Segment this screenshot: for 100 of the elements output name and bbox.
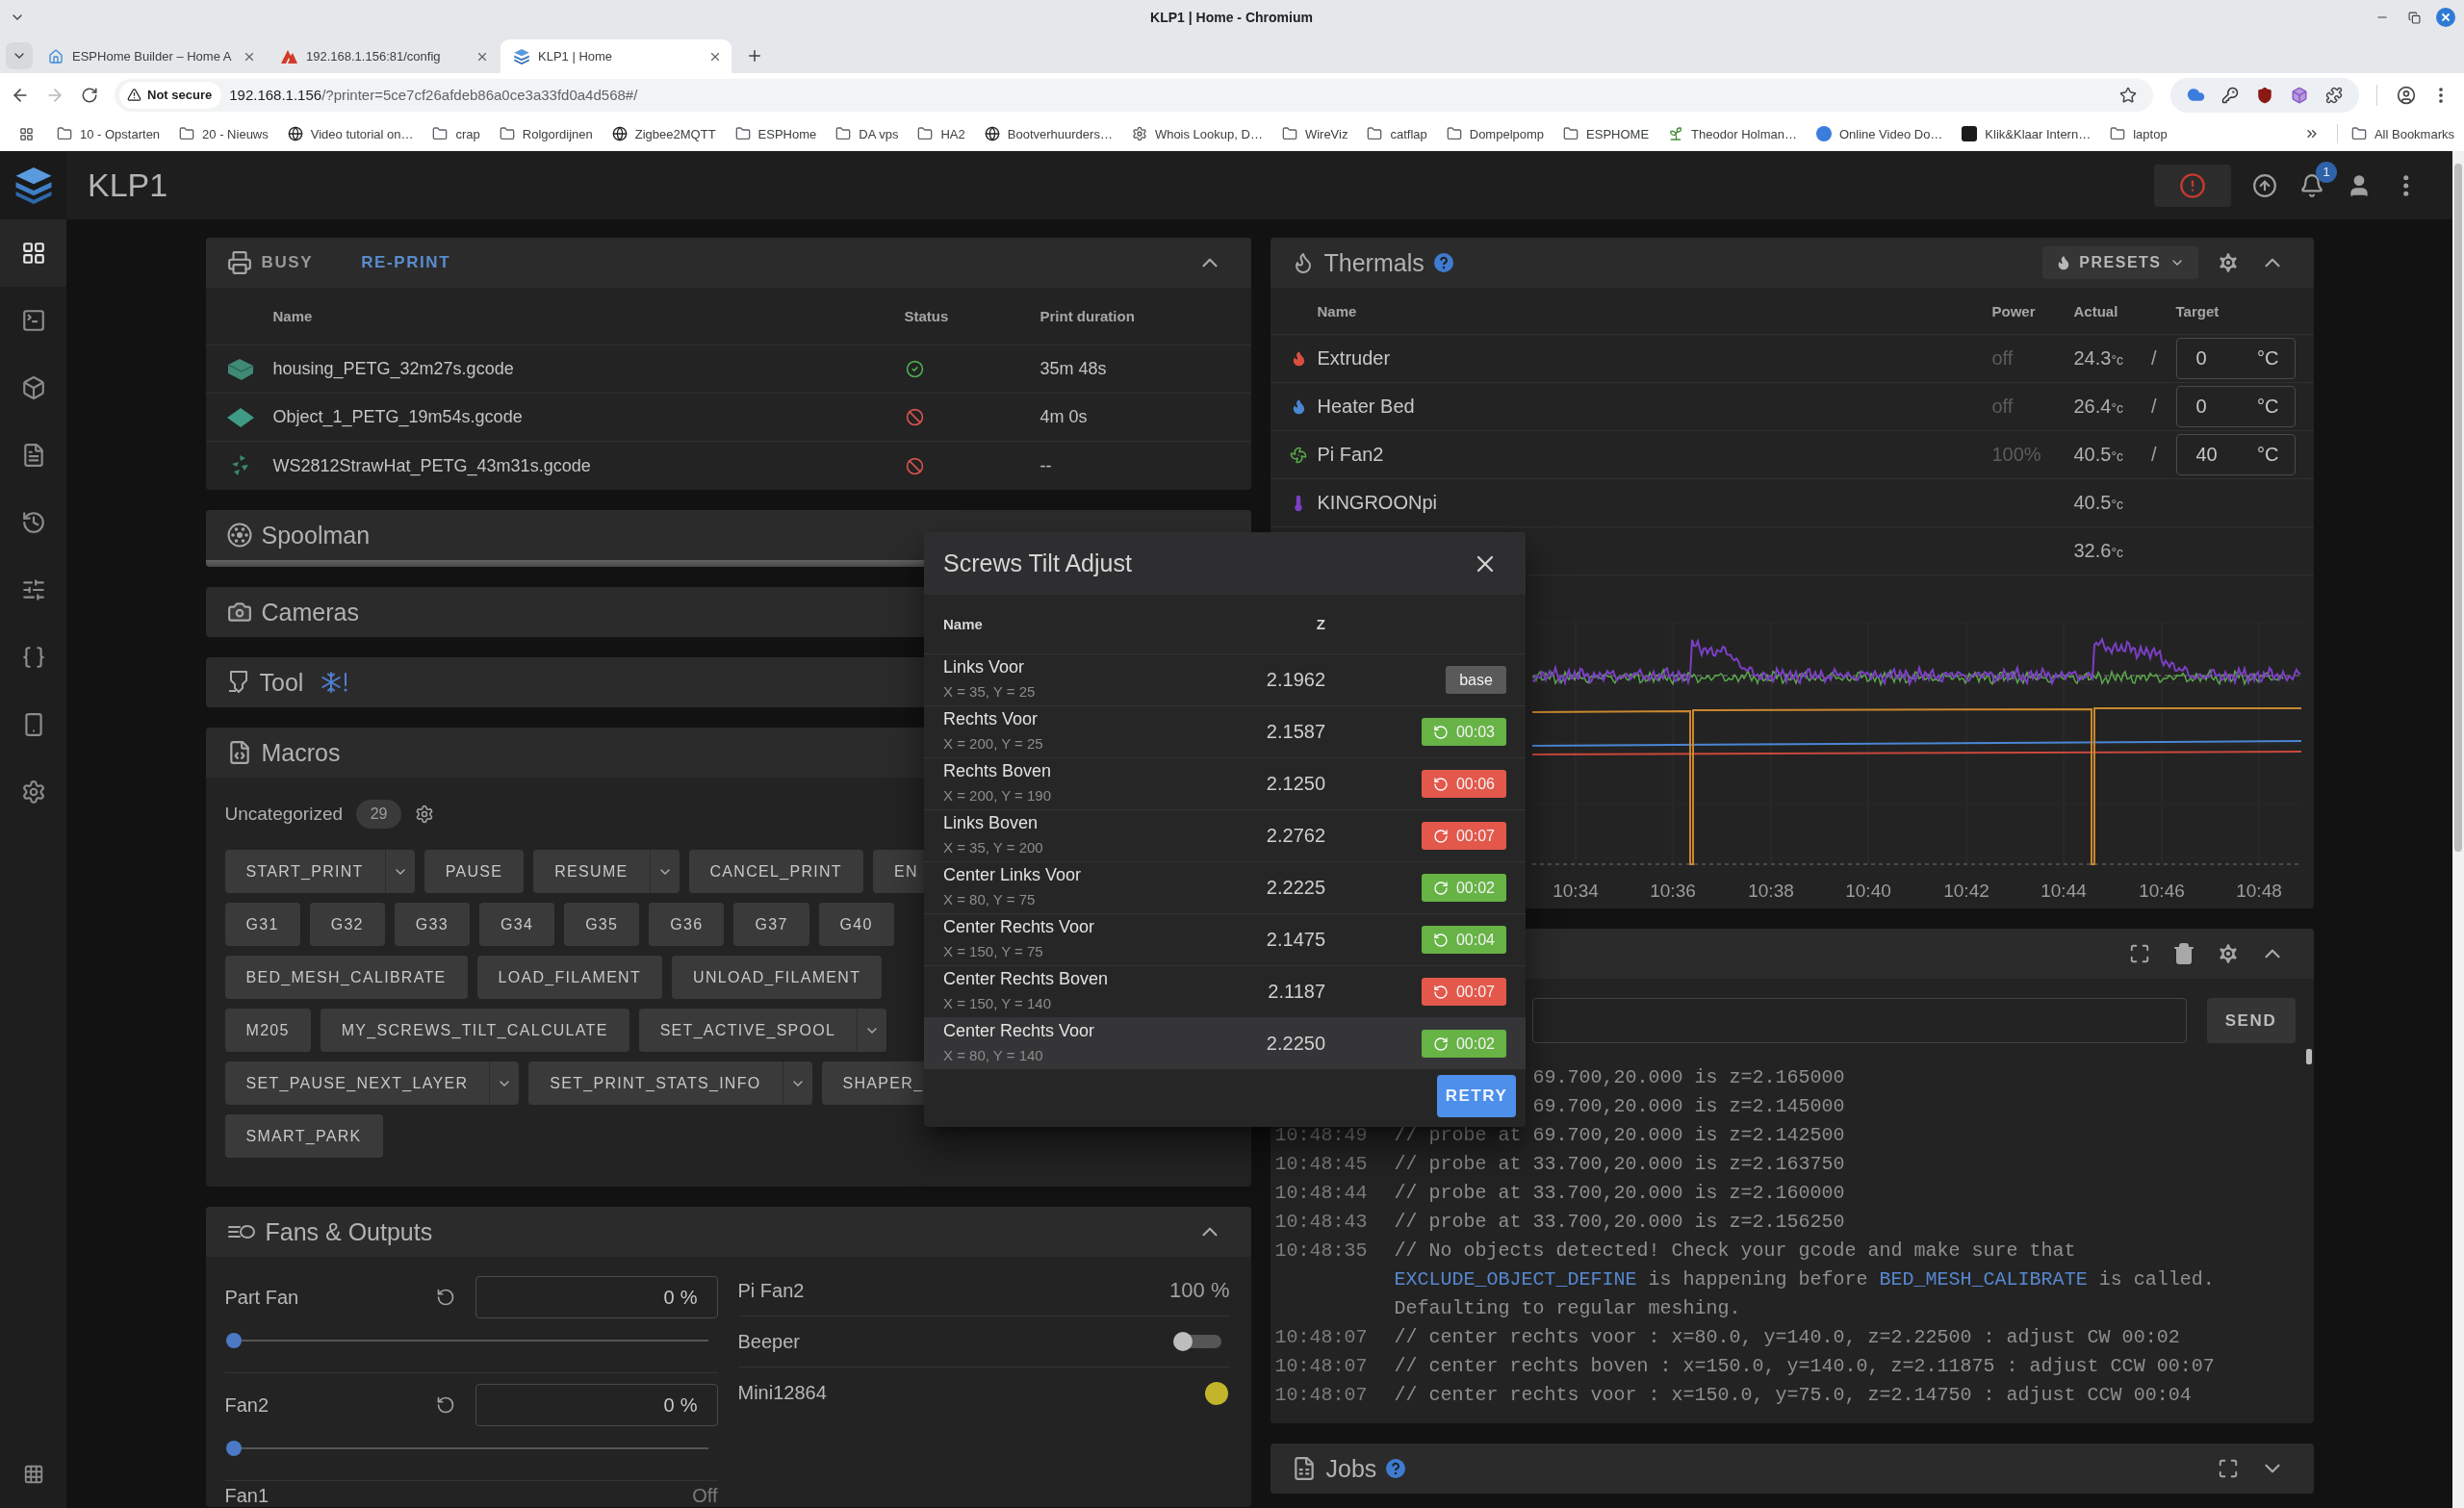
bookmark[interactable]: ESPHome [734,126,817,141]
macro-button[interactable]: M205 [224,1009,311,1052]
adjust-badge: 00:04 [1422,926,1506,954]
macro-button[interactable]: G32 [309,903,385,946]
browser-tab[interactable]: ESPHome Builder – Home A [35,39,266,73]
bookmark[interactable]: Rolgordijnen [499,126,593,141]
rotate-counterclockwise-icon [1432,932,1449,948]
temperature-reading: 26.4°c [2073,396,2124,418]
separator: / [2150,444,2157,466]
macro-button[interactable]: SET_PAUSE_NEXT_LAYER [224,1061,490,1105]
bookmark-label: 10 - Opstarten [80,126,161,141]
adjust-badge: 00:02 [1422,874,1506,902]
logo-icon [14,166,52,204]
macro-button[interactable]: G40 [818,903,894,946]
macro-button[interactable]: SET_PRINT_STATS_INFO [528,1061,783,1105]
macro-button[interactable]: RESUME [533,850,650,893]
macro-button[interactable]: START_PRINT [224,850,385,893]
macro-button[interactable]: G33 [394,903,470,946]
table-row[interactable]: Links Voor X = 35, Y = 25 2.1962 base [924,653,1526,705]
macro-button[interactable]: SHAPER_ [821,1061,926,1105]
speed-input[interactable]: 0 % [475,1276,718,1318]
adjust-badge: base [1446,666,1506,694]
bookmark[interactable]: 20 - Nieuws [179,126,269,141]
command-link[interactable]: EXCLUDE_OBJECT_DEFINE [1394,1268,1637,1291]
table-row[interactable]: Rechts Boven X = 200, Y = 190 2.1250 00:06 [924,757,1526,809]
bookmark[interactable]: ESPHOME [1563,126,1650,141]
security-chip[interactable]: Not secure [119,81,222,109]
table-row[interactable]: Rechts Voor X = 200, Y = 25 2.1587 00:03 [924,705,1526,757]
macro-button[interactable]: PAUSE [424,850,525,893]
bookmark[interactable]: laptop [2110,126,2168,141]
folder-icon [2110,126,2126,141]
help-icon[interactable] [1386,1459,1406,1478]
address-bar[interactable]: Not secure 192.168.1.156/?printer=5ce7cf26afdeb86a0ce3a33fd0a4d568#/ [115,78,2153,112]
target-input[interactable]: 40 °C [2175,434,2296,475]
bookmark[interactable]: HA2 [917,126,965,141]
settings-icon[interactable] [415,805,435,824]
macro-button[interactable]: CANCEL_PRINT [688,850,863,893]
bookmark[interactable]: Dompelpomp [1446,126,1545,141]
table-row[interactable]: Center Rechts Voor X = 80, Y = 140 2.2250 00:02 [924,1017,1526,1069]
screw-name: Rechts Boven [943,760,1053,781]
square-icon [1962,126,1978,141]
macro-button[interactable]: SMART_PARK [224,1114,383,1158]
send-button[interactable]: SEND [2206,998,2296,1043]
slider-thumb[interactable] [225,1441,242,1456]
macro-button[interactable]: MY_SCREWS_TILT_CALCULATE [320,1009,629,1052]
browser-tab[interactable]: KLP1 | Home [500,39,732,73]
arrow-up-circle-icon [2252,172,2277,198]
table-row[interactable]: Center Rechts Voor X = 150, Y = 75 2.1475 00:04 [924,913,1526,965]
bookmark[interactable]: Bootverhuurders… [984,126,1113,141]
bookmark[interactable]: WireViz [1281,126,1348,141]
bookmark[interactable]: 10 - Opstarten [57,126,161,141]
bookmark[interactable]: Theodor Holman… [1668,126,1797,141]
bookmark[interactable]: All Bookmarks [2350,126,2454,141]
bookmark[interactable]: Online Video Do… [1815,126,1943,141]
target-input[interactable]: 0 °C [2175,386,2296,427]
command-input[interactable] [1531,998,2187,1043]
macro-button[interactable]: G31 [224,903,300,946]
macro-button[interactable]: BED_MESH_CALIBRATE [224,956,468,999]
time-label: 10:42 [1942,881,1989,901]
column-header: Name [943,616,983,632]
bookmark[interactable]: Zigbee2MQTT [611,126,716,141]
notifications-button[interactable] [2298,171,2325,199]
macro-button[interactable]: EN [872,850,926,893]
macro-button[interactable]: LOAD_FILAMENT [476,956,663,999]
column-header: Name [1317,302,1357,319]
macro-button[interactable]: G37 [733,903,809,946]
scrollbar-thumb[interactable] [2454,164,2462,852]
speed-input[interactable]: 0 % [475,1384,718,1426]
folder-icon [179,126,195,141]
table-row[interactable]: Center Links Voor X = 80, Y = 75 2.2225 00:02 [924,861,1526,913]
power-reading: 100% [1991,444,2041,466]
bookmark[interactable]: DA vps [835,126,899,141]
close-icon[interactable] [2436,8,2455,27]
reprint-button[interactable]: RE-PRINT [361,245,451,280]
macro-button[interactable]: G34 [478,903,555,946]
browser-tab[interactable]: 192.168.1.156:81/config [268,39,499,73]
table-row[interactable]: Links Boven X = 35, Y = 200 2.2762 00:07 [924,809,1526,861]
update-button[interactable] [2251,171,2278,199]
bookmark[interactable]: Klik&Klaar Intern… [1962,126,2092,141]
emergency-stop-button[interactable] [2154,164,2231,207]
macro-button[interactable]: SET_ACTIVE_SPOOL [638,1009,858,1052]
help-icon[interactable] [1433,253,1453,272]
macro-button[interactable]: G35 [564,903,640,946]
adjust-badge: 00:07 [1422,822,1506,850]
macro-button[interactable]: G36 [649,903,725,946]
macro-button[interactable]: UNLOAD_FILAMENT [672,956,883,999]
tab-search-button[interactable] [6,42,33,69]
target-input[interactable]: 0 °C [2175,338,2296,379]
nav-item[interactable] [0,219,66,287]
toggle-switch[interactable] [1172,1331,1223,1352]
slider-thumb[interactable] [225,1333,242,1348]
command-link[interactable]: BED_MESH_CALIBRATE [1879,1268,2088,1291]
timestamp: 10:48:07 [1274,1383,1369,1408]
puzzle-icon [2325,86,2343,104]
bookmark[interactable]: Video tutorial on… [287,126,414,141]
scrollbar-thumb[interactable] [2305,1049,2312,1064]
bookmark[interactable]: Whois Lookup, D… [1131,126,1263,141]
presets-button[interactable]: PRESETS [2042,246,2198,279]
bookmark[interactable]: catflap [1367,126,1427,141]
bookmark[interactable]: crap [432,126,480,141]
